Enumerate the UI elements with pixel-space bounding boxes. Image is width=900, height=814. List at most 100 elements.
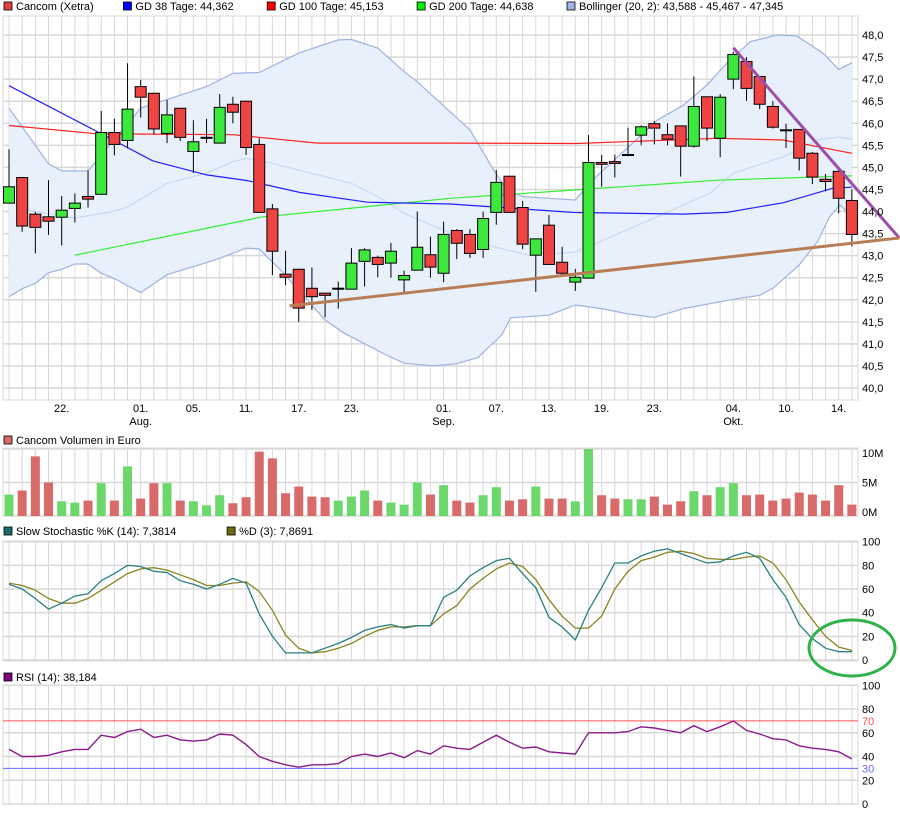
volume-bar [333, 500, 343, 516]
legend-label: GD 200 Tage: 44,638 [429, 1, 533, 13]
volume-bar [360, 490, 370, 516]
volume-bar [188, 501, 198, 516]
rsi-tick-label: 60 [862, 728, 874, 740]
legend-swatch [416, 1, 426, 11]
legend-label: Cancom Volumen in Euro [16, 435, 141, 447]
candle-down [463, 233, 476, 254]
volume-bar [610, 498, 620, 516]
volume-bar [267, 458, 277, 516]
candle-up [95, 132, 108, 195]
volume-tick-label: 5M [862, 478, 877, 490]
stock-chart: Cancom (Xetra) GD 38 Tage: 44,362 GD 100 T… [2, 1, 900, 811]
stoch-tick-label: 20 [862, 631, 874, 643]
candle-down [226, 103, 239, 113]
volume-bar [794, 492, 804, 516]
volume-bar [636, 499, 646, 516]
candle-down [648, 123, 661, 129]
volume-bar [518, 499, 528, 516]
legend-label: Cancom (Xetra) [16, 1, 94, 13]
price-tick-label: 40,5 [862, 361, 883, 373]
candle-up [477, 218, 490, 250]
stoch-tick-label: 60 [862, 584, 874, 596]
volume-bar [136, 498, 146, 516]
volume-bar [386, 502, 396, 516]
price-tick-label: 47,0 [862, 74, 883, 86]
legend-label: Slow Stochastic %K (14): 7,3814 [16, 526, 176, 538]
volume-bar [702, 495, 712, 516]
volume-bar [478, 495, 488, 516]
candle-down [595, 162, 608, 165]
volume-bar [834, 485, 844, 516]
volume-bar [781, 498, 791, 516]
candle-up [411, 246, 424, 271]
candle-down [793, 128, 806, 159]
candle-down [819, 178, 832, 182]
volume-bar [425, 494, 435, 516]
volume-bar [30, 456, 40, 516]
volume-bar [17, 490, 27, 516]
volume-bar [439, 485, 449, 516]
volume-bar [346, 496, 356, 516]
candle-up [398, 274, 411, 281]
volume-bar [228, 503, 238, 516]
price-tick-label: 48,0 [862, 30, 883, 42]
volume-bar [123, 466, 133, 516]
candle-down [174, 107, 187, 138]
candle-up [687, 105, 700, 147]
volume-bar [320, 497, 330, 516]
candle-down [82, 195, 95, 200]
volume-tick-label: 10M [862, 448, 883, 460]
volume-bar [715, 487, 725, 516]
candle-up [68, 202, 81, 209]
candle-up [3, 186, 15, 204]
volume-bar [742, 495, 752, 516]
rsi-tick-label: 0 [862, 799, 868, 811]
x-tick-label: 17. [291, 403, 306, 415]
candle-down [516, 207, 529, 245]
candle-down [371, 256, 384, 265]
price-tick-label: 46,0 [862, 118, 883, 130]
volume-bar [399, 504, 409, 516]
price-tick-label: 43,5 [862, 229, 883, 241]
candle-down [240, 100, 253, 149]
candle-down [266, 208, 279, 252]
price-tick-label: 41,0 [862, 339, 883, 351]
volume-bar [215, 495, 225, 516]
volume-bar [202, 505, 212, 516]
candle-up [437, 233, 450, 274]
candle-up [490, 181, 503, 213]
candle-down [424, 254, 437, 268]
candle-down [319, 292, 332, 296]
candle-down [542, 224, 555, 265]
candle-up [569, 276, 582, 283]
volume-bar [412, 482, 422, 516]
x-tick-label: 01. [436, 403, 451, 415]
candle-down [832, 170, 845, 199]
volume-bar [821, 500, 831, 516]
x-tick-label: 05. [186, 403, 201, 415]
rsi-level-label: 70 [862, 716, 874, 728]
x-tick-label: 23. [647, 403, 662, 415]
volume-bar [544, 498, 554, 516]
candle-up [161, 114, 174, 134]
rsi-tick-label: 80 [862, 704, 874, 716]
legend-swatch [3, 672, 13, 682]
volume-bar [768, 500, 778, 516]
candle-up [121, 108, 134, 141]
candle-down [42, 216, 55, 222]
price-tick-label: 41,5 [862, 317, 883, 329]
candle-down [29, 213, 42, 228]
candle-down [845, 199, 858, 235]
x-tick-label: 04. [726, 403, 741, 415]
price-tick-label: 40,0 [862, 383, 883, 395]
price-tick-label: 44,5 [862, 184, 883, 196]
volume-bar [452, 500, 462, 516]
x-tick-label: 13. [541, 403, 556, 415]
volume-bar [175, 500, 185, 516]
volume-bar [623, 499, 633, 516]
legend-swatch [3, 435, 13, 445]
candle-down [701, 96, 714, 129]
legend-swatch [266, 1, 276, 11]
volume-bar [83, 500, 93, 516]
volume-bar [597, 495, 607, 516]
